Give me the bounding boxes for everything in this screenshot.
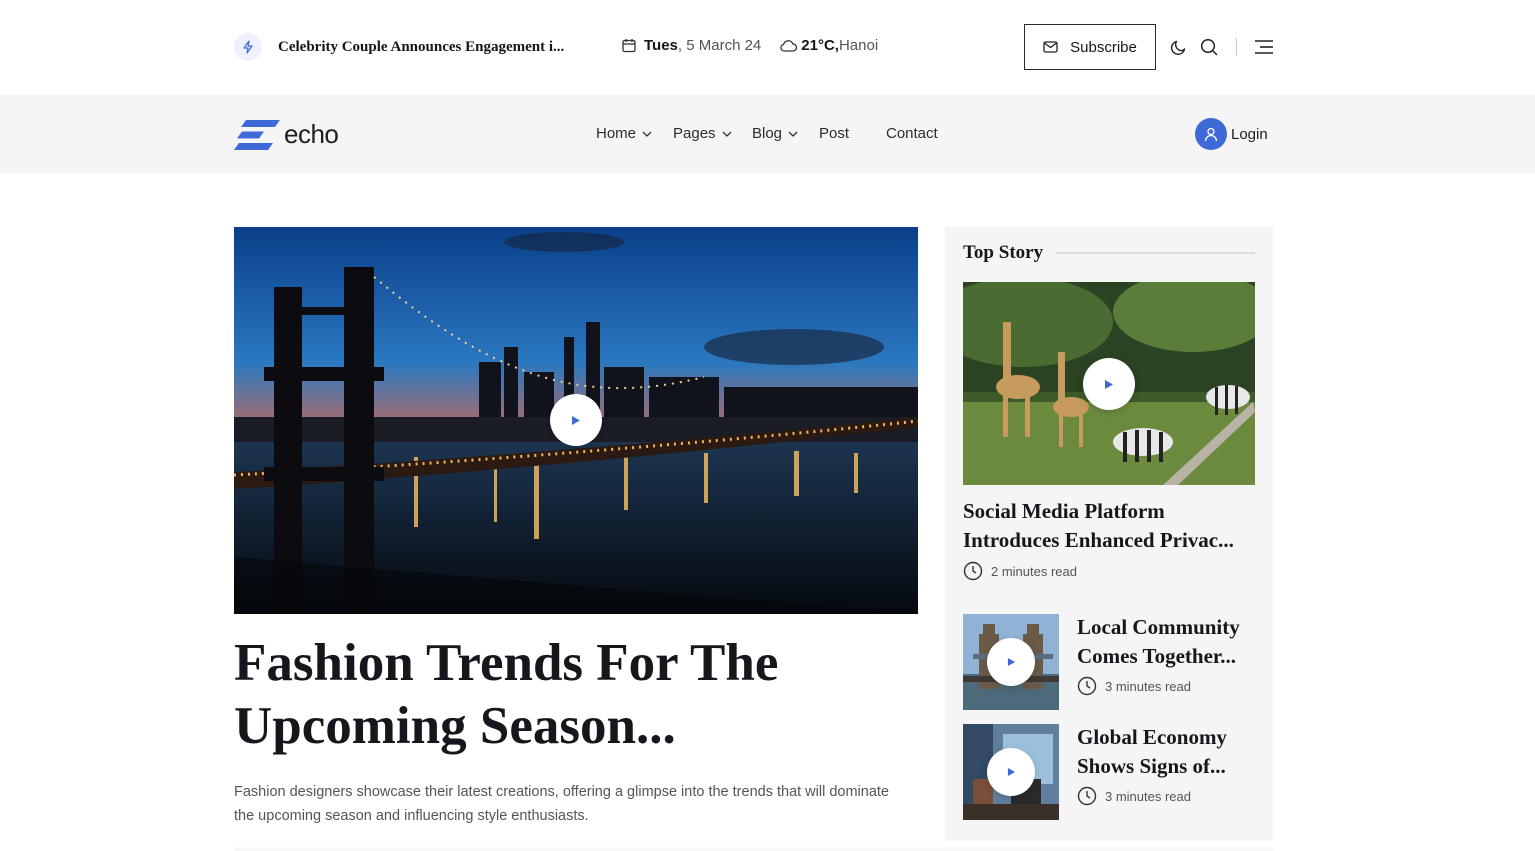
clock-icon: [1077, 676, 1097, 696]
read-time: 3 minutes read: [1077, 676, 1191, 696]
clock-icon: [1077, 786, 1097, 806]
chevron-down-icon: [788, 131, 798, 137]
logo-mark-icon: [234, 119, 280, 150]
weather-city: Hanoi: [838, 37, 879, 54]
user-icon: [1195, 118, 1227, 150]
top-story-image[interactable]: [963, 282, 1255, 485]
top-story-title[interactable]: Social Media Platform Introduces Enhance…: [963, 497, 1259, 555]
lightning-bolt-icon: [234, 33, 262, 61]
subscribe-button[interactable]: Subscribe: [1024, 24, 1156, 70]
nav-item-label: Blog: [752, 125, 783, 142]
play-button[interactable]: [1083, 358, 1135, 410]
play-button[interactable]: [987, 748, 1035, 796]
nav-item-label: Home: [596, 125, 637, 142]
nav-item-label: Post: [819, 125, 850, 142]
date-text: , 5 March 24: [677, 37, 762, 54]
play-icon: [1007, 657, 1015, 667]
nav-item-label: Contact: [886, 125, 938, 142]
chevron-down-icon: [642, 131, 652, 137]
story-title[interactable]: Local Community Comes Together...: [1077, 613, 1259, 671]
play-icon: [1007, 767, 1015, 777]
date-weather: Tues, 5 March 24 21°C, Hanoi: [622, 37, 878, 54]
breaking-news[interactable]: Celebrity Couple Announces Engagement i.…: [234, 33, 564, 61]
card-shadow: [234, 846, 1273, 851]
nav-item-label: Pages: [673, 125, 716, 142]
top-story-sidebar: Top Story Social Media Platform Introduc…: [945, 227, 1273, 841]
logo-text: echo: [284, 119, 339, 149]
chevron-down-icon: [722, 131, 732, 137]
login-button[interactable]: Login: [1195, 118, 1268, 150]
heading-divider: [1056, 252, 1255, 254]
weather: 21°C, Hanoi: [779, 37, 878, 54]
subscribe-label: Subscribe: [1070, 38, 1137, 56]
dark-mode-toggle[interactable]: [1168, 37, 1188, 57]
play-button[interactable]: [550, 394, 602, 446]
menu-button[interactable]: [1254, 37, 1274, 57]
site-logo[interactable]: echo: [234, 119, 339, 150]
nav-item-blog[interactable]: Blog: [752, 125, 798, 142]
nav-item-post[interactable]: Post: [819, 125, 849, 142]
sidebar-heading: Top Story: [963, 242, 1044, 263]
weather-temp: 21°C,: [801, 37, 839, 54]
read-time: 2 minutes read: [963, 561, 1077, 581]
search-icon: [1200, 38, 1218, 56]
nav-item-contact[interactable]: Contact: [886, 125, 938, 142]
nav-item-pages[interactable]: Pages: [673, 125, 732, 142]
hero-title[interactable]: Fashion Trends For The Upcoming Season..…: [234, 632, 918, 758]
hero-image[interactable]: [234, 227, 918, 614]
play-icon: [1105, 379, 1113, 389]
story-title[interactable]: Global Economy Shows Signs of...: [1077, 723, 1259, 781]
play-button[interactable]: [987, 638, 1035, 686]
read-time-label: 2 minutes read: [991, 563, 1077, 579]
read-time-label: 3 minutes read: [1105, 788, 1191, 804]
mail-icon: [1043, 41, 1058, 53]
moon-icon: [1170, 40, 1185, 55]
divider: [1236, 38, 1237, 56]
clock-icon: [963, 561, 983, 581]
breaking-headline[interactable]: Celebrity Couple Announces Engagement i.…: [278, 39, 564, 56]
story-thumbnail[interactable]: [963, 614, 1059, 710]
search-button[interactable]: [1199, 37, 1219, 57]
hero-description: Fashion designers showcase their latest …: [234, 784, 889, 824]
read-time-label: 3 minutes read: [1105, 678, 1191, 694]
date-day: Tues: [644, 37, 678, 54]
story-thumbnail[interactable]: [963, 724, 1059, 820]
main-navigation: echo Home Pages Blog Post Contact Login: [0, 95, 1535, 173]
login-label: Login: [1231, 125, 1268, 143]
hamburger-menu-icon: [1255, 40, 1273, 54]
read-time: 3 minutes read: [1077, 786, 1191, 806]
play-icon: [572, 415, 580, 425]
calendar-icon: [622, 38, 636, 53]
top-bar: Celebrity Couple Announces Engagement i.…: [0, 0, 1535, 95]
nav-item-home[interactable]: Home: [596, 125, 652, 142]
cloud-icon: [779, 39, 798, 52]
